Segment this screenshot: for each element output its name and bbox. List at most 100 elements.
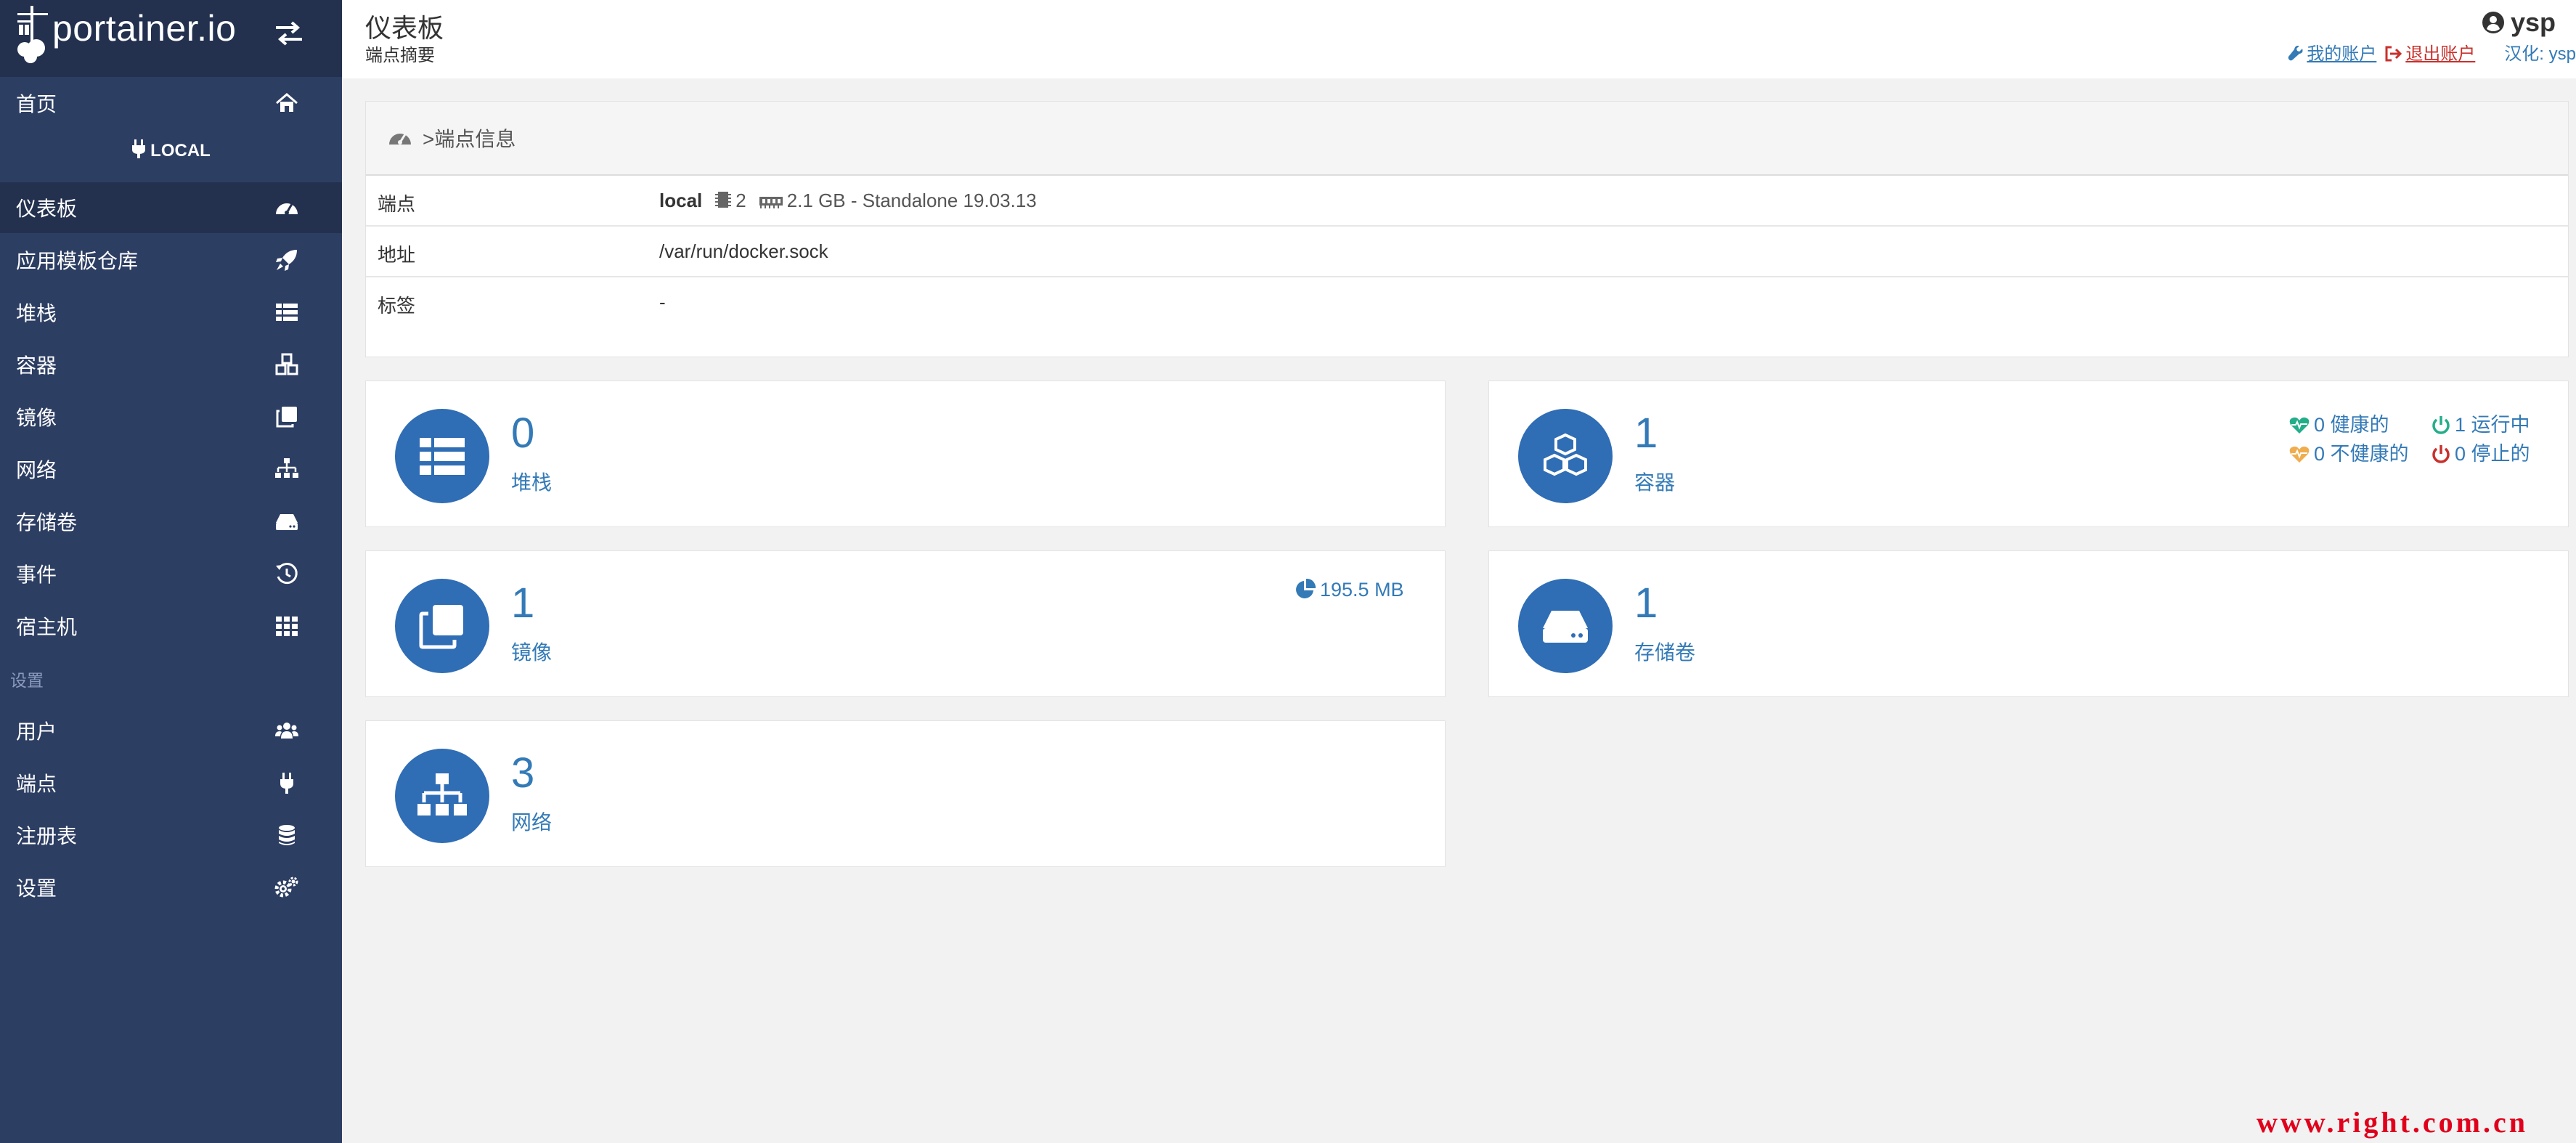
sidebar-item-label: 仪表板 [16, 198, 78, 220]
info-row-endpoint: 端点 local 2 2.1 GB - Standalone 19.03.13 [366, 176, 2568, 227]
home-icon [276, 93, 298, 112]
portainer-logo-icon[interactable] [15, 3, 52, 64]
users-icon [275, 723, 298, 739]
sidebar-item-stacks[interactable]: 堆栈 [0, 287, 342, 338]
endpoint-info-header: >端点信息 [366, 102, 2568, 176]
endpoint-heading: LOCAL [0, 139, 342, 171]
power-off-icon [2432, 416, 2450, 434]
images-size: 195.5 MB [1295, 578, 1404, 601]
user-circle-icon [2482, 12, 2504, 33]
pie-chart-icon [1296, 578, 1316, 598]
endpoint-info-title: >端点信息 [423, 128, 516, 150]
sidebar-item-label: 堆栈 [16, 302, 57, 325]
sidebar-item-volumes[interactable]: 存储卷 [0, 496, 342, 547]
sidebar-item-label: 端点 [16, 773, 57, 795]
sidebar-item-images[interactable]: 镜像 [0, 391, 342, 442]
sidebar-item-containers[interactable]: 容器 [0, 339, 342, 390]
stacks-label: 堆栈 [511, 471, 553, 494]
microchip-icon [715, 192, 732, 208]
localization-credit: 汉化: ysp [2504, 44, 2576, 64]
containers-card-icon-circle [1518, 409, 1613, 503]
sidebar-item-dashboard[interactable]: 仪表板 [0, 182, 342, 233]
hdd-icon [276, 514, 298, 530]
header-links: 我的账户 退出账户 汉化: ysp [2279, 39, 2576, 65]
clone-icon [276, 407, 297, 428]
volumes-card[interactable]: 1 存储卷 [1488, 550, 2569, 697]
sidebar-item-users[interactable]: 用户 [0, 705, 342, 756]
endpoint-cpu: 2 [735, 190, 746, 211]
containers-count: 1 [1634, 410, 1658, 457]
healthy-label: 0 健康的 [2314, 414, 2389, 436]
th-list-icon [420, 438, 465, 475]
sidebar-item-label: 宿主机 [16, 616, 78, 638]
stopped-count: 0 停止的 [2432, 438, 2530, 466]
volumes-card-icon-circle [1518, 579, 1613, 673]
sidebar-item-networks[interactable]: 网络 [0, 444, 342, 495]
history-icon [276, 563, 298, 585]
rocket-icon [276, 250, 297, 271]
user-info: ysp [2482, 7, 2556, 38]
images-label: 镜像 [511, 641, 553, 664]
info-value: /var/run/docker.sock [659, 240, 828, 262]
sidebar-item-host[interactable]: 宿主机 [0, 601, 342, 651]
memory-icon [759, 197, 783, 208]
running-label: 1 运行中 [2455, 414, 2530, 436]
info-value: local 2 2.1 GB - Standalone 19.03.13 [659, 190, 1037, 212]
settings-section-title: 设置 [10, 671, 44, 690]
images-card-icon-circle [395, 579, 489, 673]
healthy-count: 0 健康的 [2289, 409, 2389, 437]
sidebar-item-registries[interactable]: 注册表 [0, 810, 342, 861]
sidebar-item-label: 首页 [16, 93, 57, 115]
endpoint-heading-label: LOCAL [150, 141, 211, 160]
tachometer-icon [389, 134, 411, 145]
brand-name[interactable]: portainer.io [52, 7, 236, 49]
sidebar-item-label: 事件 [16, 564, 57, 586]
my-account-label: 我的账户 [2307, 44, 2377, 64]
sitemap-icon [417, 773, 467, 815]
database-icon [279, 825, 295, 845]
networks-label: 网络 [511, 811, 553, 834]
unhealthy-count: 0 不健康的 [2289, 438, 2409, 466]
page-title: 仪表板 [365, 13, 444, 43]
stacks-count: 0 [511, 410, 535, 457]
sitemap-icon [275, 458, 298, 478]
sidebar-item-label: 容器 [16, 354, 57, 377]
plug-icon [132, 139, 146, 158]
power-off-icon [2432, 445, 2450, 463]
containers-card[interactable]: 1 容器 0 健康的 1 运行中 0 不健康的 0 停止的 [1488, 381, 2569, 527]
hdd-icon [1543, 611, 1588, 643]
sidebar-item-settings[interactable]: 设置 [0, 862, 342, 913]
endpoint-memory: 2.1 GB - Standalone 19.03.13 [786, 190, 1037, 211]
sidebar-item-endpoints[interactable]: 端点 [0, 757, 342, 808]
exchange-icon[interactable] [273, 20, 305, 46]
images-size-label: 195.5 MB [1320, 579, 1404, 601]
brand-bar: portainer.io [0, 0, 342, 77]
cubes-icon [1544, 433, 1587, 476]
plug-icon [280, 773, 293, 794]
heartbeat-icon [2289, 417, 2310, 434]
images-card[interactable]: 1 镜像 195.5 MB [365, 550, 1446, 697]
info-key: 地址 [378, 244, 416, 266]
unhealthy-label: 0 不健康的 [2314, 443, 2409, 465]
sidebar-item-label: 镜像 [16, 407, 57, 429]
stopped-label: 0 停止的 [2455, 443, 2530, 465]
clone-icon [419, 605, 463, 649]
running-count: 1 运行中 [2432, 409, 2530, 437]
sidebar-item-label: 注册表 [16, 825, 78, 847]
my-account-link[interactable]: 我的账户 [2288, 44, 2376, 64]
sidebar-item-home[interactable]: 首页 [0, 78, 342, 129]
sidebar-item-app-templates[interactable]: 应用模板仓库 [0, 235, 342, 285]
sidebar: portainer.io 首页 LOCAL 仪表板 应用模板仓库 堆栈 容器 镜… [0, 0, 342, 1143]
info-row-url: 地址 /var/run/docker.sock [366, 227, 2568, 277]
page-header: 仪表板 端点摘要 ysp 我的账户 退出账户 汉化: ysp [342, 0, 2576, 78]
wrench-icon [2288, 45, 2303, 61]
networks-card[interactable]: 3 网络 [365, 720, 1446, 867]
sidebar-item-events[interactable]: 事件 [0, 548, 342, 599]
stacks-card[interactable]: 0 堆栈 [365, 381, 1446, 527]
sidebar-item-label: 网络 [16, 459, 57, 481]
volumes-label: 存储卷 [1634, 641, 1696, 664]
page-subtitle: 端点摘要 [365, 46, 435, 65]
watermark: www.right.com.cn [2257, 1106, 2528, 1139]
logout-link[interactable]: 退出账户 [2385, 44, 2475, 64]
info-row-tags: 标签 - [366, 277, 2568, 328]
